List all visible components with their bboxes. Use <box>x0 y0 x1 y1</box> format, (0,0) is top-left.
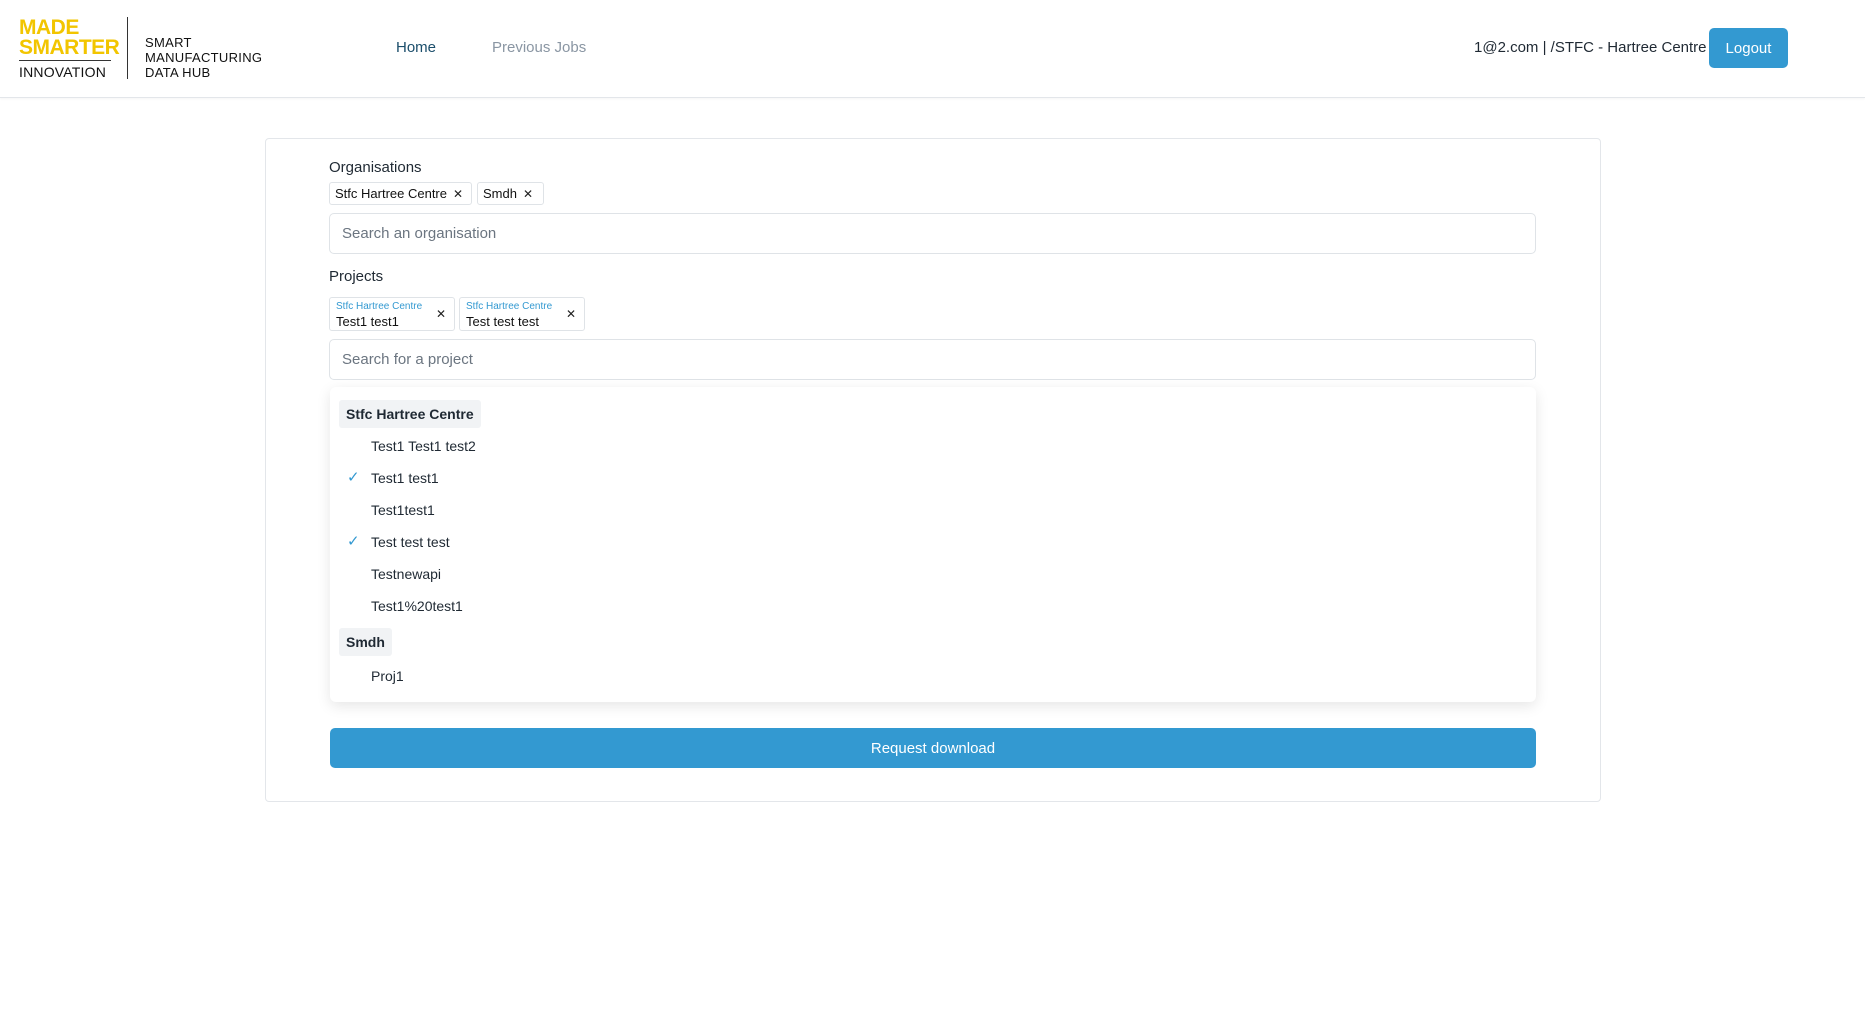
logo-underline <box>19 60 111 61</box>
logo-hub-line: DATA HUB <box>145 65 211 80</box>
project-option[interactable]: ✓ Test1 test1 <box>330 464 1536 492</box>
project-option-label: Test1%20test1 <box>371 598 463 614</box>
logo-smarter-text: SMARTER <box>19 36 120 59</box>
project-search-input[interactable] <box>329 339 1536 380</box>
project-chip-label: Test test test <box>466 314 539 329</box>
organisation-search-input[interactable] <box>329 213 1536 254</box>
project-chip-org: Stfc Hartree Centre <box>336 301 423 312</box>
remove-icon[interactable]: ✕ <box>436 307 446 321</box>
projects-label: Projects <box>329 268 384 285</box>
nav-previous-jobs-link[interactable]: Previous Jobs <box>492 39 586 56</box>
logo-innovation-text: INNOVATION <box>19 64 107 80</box>
org-chip-label: Smdh <box>483 186 517 201</box>
request-download-button[interactable]: Request download <box>330 728 1536 768</box>
project-option[interactable]: Testnewapi <box>330 560 1536 588</box>
project-chip-org: Stfc Hartree Centre <box>466 301 553 312</box>
project-chip: Stfc Hartree Centre Test1 test1 ✕ <box>329 297 455 331</box>
project-dropdown: Stfc Hartree Centre Test1 Test1 test2 ✓ … <box>330 387 1536 702</box>
project-option-label: Testnewapi <box>371 566 442 582</box>
check-icon: ✓ <box>347 469 360 486</box>
user-info: 1@2.com | /STFC - Hartree Centre <box>1474 39 1707 56</box>
project-option-label: Test1 test1 <box>371 470 439 486</box>
logo-made-text: MADE <box>19 16 79 39</box>
top-navbar: MADE SMARTER INNOVATION SMART MANUFACTUR… <box>0 0 1865 98</box>
project-option[interactable]: Test1%20test1 <box>330 592 1536 620</box>
project-chip: Stfc Hartree Centre Test test test ✕ <box>459 297 585 331</box>
remove-icon[interactable]: ✕ <box>453 187 463 201</box>
logo-hub-text: SMART MANUFACTURING DATA HUB <box>145 35 262 80</box>
organisations-label: Organisations <box>329 159 422 176</box>
group-header-smdh: Smdh <box>339 628 392 656</box>
logout-button[interactable]: Logout <box>1709 28 1788 68</box>
org-chip-label: Stfc Hartree Centre <box>335 186 447 201</box>
check-icon: ✓ <box>347 533 360 550</box>
logo-divider <box>127 17 128 79</box>
logo-hub-line: SMART <box>145 35 192 50</box>
made-smarter-logo[interactable]: MADE SMARTER INNOVATION SMART MANUFACTUR… <box>19 17 269 81</box>
org-chip: Smdh ✕ <box>477 182 544 205</box>
project-option[interactable]: Test1 Test1 test2 <box>330 432 1536 460</box>
project-chip-label: Test1 test1 <box>336 314 399 329</box>
project-option-label: Proj1 <box>371 668 404 684</box>
nav-home-link[interactable]: Home <box>396 39 436 56</box>
project-option[interactable]: Proj1 <box>330 662 1536 690</box>
org-chip: Stfc Hartree Centre ✕ <box>329 182 472 205</box>
project-option-label: Test test test <box>371 534 450 550</box>
project-option[interactable]: ✓ Test test test <box>330 528 1536 556</box>
logo-hub-line: MANUFACTURING <box>145 50 263 65</box>
remove-icon[interactable]: ✕ <box>566 307 576 321</box>
project-option-label: Test1 Test1 test2 <box>371 438 476 454</box>
project-option[interactable]: Test1test1 <box>330 496 1536 524</box>
remove-icon[interactable]: ✕ <box>523 187 533 201</box>
project-option-label: Test1test1 <box>371 502 435 518</box>
group-header-stfc: Stfc Hartree Centre <box>339 400 481 428</box>
